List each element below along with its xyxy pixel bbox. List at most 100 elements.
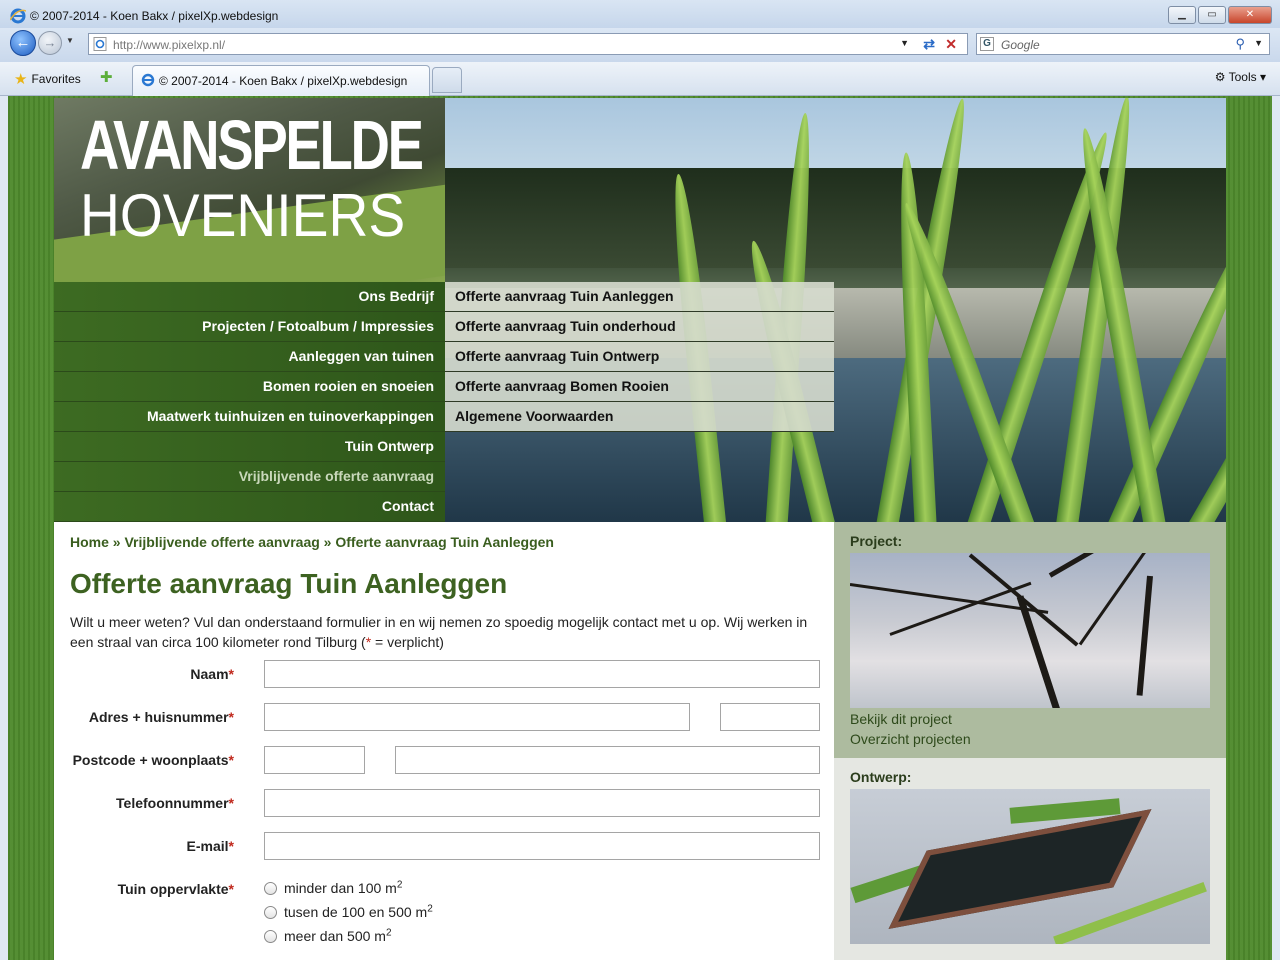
project-heading: Project: bbox=[850, 533, 903, 549]
area-option-small[interactable]: minder dan 100 m2 bbox=[264, 880, 402, 896]
url-text[interactable]: http://www.pixelxp.nl/ bbox=[113, 38, 225, 52]
email-label: E-mail* bbox=[70, 838, 234, 854]
main-navigation: Ons Bedrijf Projecten / Fotoalbum / Impr… bbox=[54, 282, 445, 522]
project-link-overview[interactable]: Overzicht projecten bbox=[850, 731, 971, 747]
postcode-input[interactable] bbox=[264, 746, 365, 774]
sub-navigation: Offerte aanvraag Tuin Aanleggen Offerte … bbox=[445, 282, 834, 432]
area-option-sup: 2 bbox=[427, 903, 433, 915]
project-link-view[interactable]: Bekijk dit project bbox=[850, 711, 952, 727]
subnav-item-tuin-onderhoud[interactable]: Offerte aanvraag Tuin onderhoud bbox=[445, 312, 834, 342]
add-favorite-icon[interactable]: ✚ bbox=[100, 68, 113, 86]
page-viewport: AVANSPELDE HOVENIERS Ons Bedrijf Project… bbox=[8, 96, 1272, 960]
telefoon-label-text: Telefoonnummer bbox=[116, 795, 229, 811]
page-title: Offerte aanvraag Tuin Aanleggen bbox=[70, 568, 508, 599]
naam-label-text: Naam bbox=[190, 666, 229, 682]
new-tab-button[interactable] bbox=[432, 67, 462, 93]
logo-line2: HOVENIERS bbox=[80, 182, 406, 249]
refresh-icon[interactable]: ⇄ bbox=[923, 36, 935, 53]
nav-item-contact[interactable]: Contact bbox=[54, 492, 445, 522]
tools-menu[interactable]: ⚙ Tools ▾ bbox=[1215, 70, 1266, 84]
area-option-medium[interactable]: tusen de 100 en 500 m2 bbox=[264, 904, 433, 920]
search-icon[interactable]: ⚲ bbox=[1235, 36, 1245, 52]
area-option-sup: 2 bbox=[385, 927, 392, 939]
tab-active[interactable]: © 2007-2014 - Koen Bakx / pixelXp.webdes… bbox=[132, 65, 430, 97]
breadcrumb-level1[interactable]: Vrijblijvende offerte aanvraag bbox=[124, 534, 319, 550]
breadcrumb-separator: » bbox=[319, 534, 336, 550]
breadcrumb-separator: » bbox=[108, 534, 125, 550]
nav-item-aanleggen[interactable]: Aanleggen van tuinen bbox=[54, 342, 445, 372]
project-photo[interactable] bbox=[850, 553, 1210, 708]
oppervlakte-label-text: Tuin oppervlakte bbox=[117, 881, 229, 897]
main-content: Home » Vrijblijvende offerte aanvraag » … bbox=[54, 522, 834, 960]
favorites-star-icon: ★ bbox=[14, 71, 28, 88]
area-option-text: tusen de 100 en 500 m bbox=[284, 904, 428, 920]
stop-icon[interactable]: ✕ bbox=[945, 36, 957, 53]
address-bar[interactable]: http://www.pixelxp.nl/ ▼ ⇄ ✕ bbox=[88, 33, 968, 55]
telefoon-input[interactable] bbox=[264, 789, 820, 817]
window-controls: ▁ ▭ ✕ bbox=[1168, 6, 1272, 24]
email-input[interactable] bbox=[264, 832, 820, 860]
nav-item-maatwerk[interactable]: Maatwerk tuinhuizen en tuinoverkappingen bbox=[54, 402, 445, 432]
naam-input[interactable] bbox=[264, 660, 820, 688]
naam-label: Naam* bbox=[70, 666, 234, 682]
adres-input[interactable] bbox=[264, 703, 690, 731]
nav-item-ons-bedrijf[interactable]: Ons Bedrijf bbox=[54, 282, 445, 312]
ie-icon bbox=[10, 8, 26, 24]
window-title: © 2007-2014 - Koen Bakx / pixelXp.webdes… bbox=[30, 9, 279, 23]
nav-item-projecten[interactable]: Projecten / Fotoalbum / Impressies bbox=[54, 312, 445, 342]
tab-title: © 2007-2014 - Koen Bakx / pixelXp.webdes… bbox=[159, 74, 408, 88]
project-panel: Project: Bekijk dit project Overzicht pr… bbox=[834, 522, 1226, 758]
tools-dropdown-icon: ▾ bbox=[1259, 70, 1266, 84]
logo[interactable]: AVANSPELDE HOVENIERS bbox=[54, 98, 445, 282]
search-dropdown-icon[interactable]: ▼ bbox=[1254, 38, 1263, 48]
sidebar: Project: Bekijk dit project Overzicht pr… bbox=[834, 522, 1226, 960]
required-star: * bbox=[228, 881, 234, 897]
area-option-text: meer dan 500 m bbox=[284, 928, 386, 944]
nav-item-bomen[interactable]: Bomen rooien en snoeien bbox=[54, 372, 445, 402]
history-dropdown-icon[interactable]: ▼ bbox=[66, 36, 74, 45]
pool-shape bbox=[888, 809, 1152, 929]
address-dropdown-icon[interactable]: ▼ bbox=[900, 38, 909, 48]
tree-branch bbox=[1016, 595, 1092, 708]
postcode-label-text: Postcode + woonplaats bbox=[72, 752, 229, 768]
subnav-item-voorwaarden[interactable]: Algemene Voorwaarden bbox=[445, 402, 834, 432]
required-star: * bbox=[228, 838, 234, 854]
minimize-button[interactable]: ▁ bbox=[1168, 6, 1196, 24]
close-button[interactable]: ✕ bbox=[1228, 6, 1272, 24]
subnav-item-tuin-aanleggen[interactable]: Offerte aanvraag Tuin Aanleggen bbox=[445, 282, 834, 312]
woonplaats-input[interactable] bbox=[395, 746, 820, 774]
site-container: AVANSPELDE HOVENIERS Ons Bedrijf Project… bbox=[54, 98, 1226, 960]
area-option-label: meer dan 500 m2 bbox=[284, 928, 392, 944]
back-button[interactable]: ← bbox=[10, 30, 36, 56]
adres-label-text: Adres + huisnummer bbox=[88, 709, 229, 725]
required-star: * bbox=[228, 752, 234, 768]
postcode-label: Postcode + woonplaats* bbox=[70, 752, 234, 768]
breadcrumb-home[interactable]: Home bbox=[70, 534, 109, 550]
radio-button[interactable] bbox=[264, 881, 277, 895]
search-box[interactable]: G Google ⚲ ▼ bbox=[976, 33, 1270, 55]
ontwerp-image[interactable] bbox=[850, 789, 1210, 944]
maximize-button[interactable]: ▭ bbox=[1198, 6, 1226, 24]
ontwerp-heading: Ontwerp: bbox=[850, 769, 912, 785]
required-star: * bbox=[228, 709, 234, 725]
email-label-text: E-mail bbox=[186, 838, 229, 854]
huisnummer-input[interactable] bbox=[720, 703, 820, 731]
search-placeholder[interactable]: Google bbox=[1001, 38, 1040, 52]
telefoon-label: Telefoonnummer* bbox=[70, 795, 234, 811]
intro-text: Wilt u meer weten? Vul dan onderstaand f… bbox=[70, 612, 820, 652]
google-icon: G bbox=[980, 37, 994, 51]
nav-item-offerte[interactable]: Vrijblijvende offerte aanvraag bbox=[54, 462, 445, 492]
favorites-button[interactable]: ★ Favorites bbox=[14, 70, 81, 88]
breadcrumb-current: Offerte aanvraag Tuin Aanleggen bbox=[335, 534, 554, 550]
radio-button[interactable] bbox=[264, 929, 277, 943]
tools-label: Tools bbox=[1228, 70, 1257, 84]
subnav-item-bomen-rooien[interactable]: Offerte aanvraag Bomen Rooien bbox=[445, 372, 834, 402]
radio-button[interactable] bbox=[264, 905, 277, 919]
area-option-large[interactable]: meer dan 500 m2 bbox=[264, 928, 392, 944]
area-option-label: tusen de 100 en 500 m2 bbox=[284, 904, 433, 920]
breadcrumb: Home » Vrijblijvende offerte aanvraag » … bbox=[70, 534, 554, 550]
nav-item-tuin-ontwerp[interactable]: Tuin Ontwerp bbox=[54, 432, 445, 462]
area-option-sup: 2 bbox=[396, 879, 403, 891]
forward-button[interactable]: → bbox=[38, 31, 62, 55]
subnav-item-tuin-ontwerp[interactable]: Offerte aanvraag Tuin Ontwerp bbox=[445, 342, 834, 372]
